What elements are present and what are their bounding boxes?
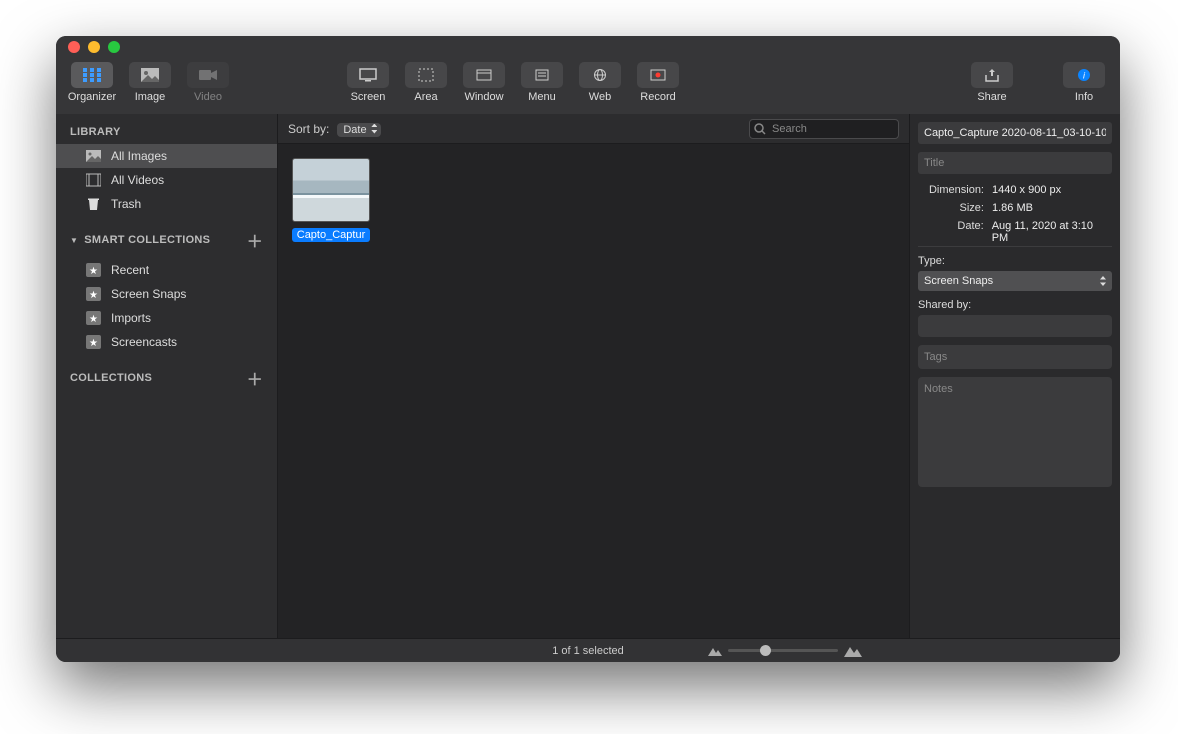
thumbnail-caption: Capto_Captur <box>292 228 371 242</box>
record-icon <box>649 68 667 82</box>
videos-icon <box>86 173 101 187</box>
content-area: Sort by: Date Capto_Captur <box>278 114 910 638</box>
screen-icon <box>359 68 377 82</box>
web-button[interactable]: Web <box>574 62 626 103</box>
video-tab[interactable]: Video <box>182 62 234 103</box>
add-smart-collection-button[interactable]: ＋ <box>247 228 263 252</box>
sort-label: Sort by: <box>288 122 329 136</box>
window-zoom-button[interactable] <box>108 41 120 53</box>
star-icon: ★ <box>86 263 101 277</box>
sidebar-item-screencasts[interactable]: ★ Screencasts <box>56 330 277 354</box>
images-icon <box>86 149 101 163</box>
dimension-value: 1440 x 900 px <box>992 184 1061 196</box>
titlebar <box>56 36 1120 58</box>
size-value: 1.86 MB <box>992 202 1033 214</box>
collections-header[interactable]: COLLECTIONS ＋ <box>56 354 277 396</box>
disclosure-icon: ▼ <box>70 236 78 245</box>
area-icon <box>417 68 435 82</box>
web-icon <box>591 68 609 82</box>
window-minimize-button[interactable] <box>88 41 100 53</box>
metadata-section: Dimension:1440 x 900 px Size:1.86 MB Dat… <box>918 182 1112 247</box>
thumbnail-image <box>292 158 370 222</box>
toolbar: Organizer Image Video Screen Area <box>56 58 1120 114</box>
sort-select[interactable]: Date <box>337 123 381 137</box>
image-tab[interactable]: Image <box>124 62 176 103</box>
info-button[interactable]: i Info <box>1058 62 1110 103</box>
window-icon <box>475 68 493 82</box>
shared-by-field[interactable] <box>918 315 1112 337</box>
grid-icon <box>83 68 101 82</box>
status-bar: 1 of 1 selected <box>56 638 1120 662</box>
sidebar: LIBRARY All Images All Videos Trash ▼ SM… <box>56 114 278 638</box>
share-icon <box>983 68 1001 82</box>
image-icon <box>141 68 159 82</box>
star-icon: ★ <box>86 311 101 325</box>
app-window: Organizer Image Video Screen Area <box>56 36 1120 662</box>
capture-group: Screen Area Window Menu Web Record <box>342 62 684 103</box>
share-button[interactable]: Share <box>966 62 1018 103</box>
sidebar-item-all-images[interactable]: All Images <box>56 144 277 168</box>
organizer-tab[interactable]: Organizer <box>66 62 118 103</box>
notes-field[interactable]: Notes <box>918 377 1112 487</box>
zoom-slider[interactable] <box>728 649 838 652</box>
video-icon <box>199 68 217 82</box>
svg-text:★: ★ <box>89 314 98 325</box>
add-collection-button[interactable]: ＋ <box>247 366 263 390</box>
star-icon: ★ <box>86 287 101 301</box>
image-label: Image <box>135 91 166 103</box>
screen-button[interactable]: Screen <box>342 62 394 103</box>
trash-icon <box>86 197 101 211</box>
type-select[interactable]: Screen Snaps <box>918 271 1112 291</box>
content-toolbar: Sort by: Date <box>278 114 909 144</box>
menu-icon <box>533 68 551 82</box>
date-value: Aug 11, 2020 at 3:10 PM <box>992 220 1112 244</box>
search-icon <box>754 123 766 135</box>
search-input[interactable] <box>749 119 899 139</box>
sidebar-item-screen-snaps[interactable]: ★ Screen Snaps <box>56 282 277 306</box>
sidebar-item-recent[interactable]: ★ Recent <box>56 258 277 282</box>
sidebar-item-imports[interactable]: ★ Imports <box>56 306 277 330</box>
svg-text:★: ★ <box>89 290 98 301</box>
area-button[interactable]: Area <box>400 62 452 103</box>
mode-group: Organizer Image Video <box>66 62 234 103</box>
zoom-control[interactable] <box>708 645 862 657</box>
title-field[interactable] <box>918 152 1112 174</box>
smart-collections-header[interactable]: ▼ SMART COLLECTIONS ＋ <box>56 216 277 258</box>
zoom-in-icon <box>844 645 862 657</box>
selection-status: 1 of 1 selected <box>552 645 624 657</box>
sidebar-item-all-videos[interactable]: All Videos <box>56 168 277 192</box>
filename-field[interactable] <box>918 122 1112 144</box>
inspector: Dimension:1440 x 900 px Size:1.86 MB Dat… <box>910 114 1120 638</box>
menu-button[interactable]: Menu <box>516 62 568 103</box>
library-header: LIBRARY <box>56 114 277 144</box>
window-button[interactable]: Window <box>458 62 510 103</box>
info-icon: i <box>1075 68 1093 82</box>
sidebar-item-trash[interactable]: Trash <box>56 192 277 216</box>
svg-text:★: ★ <box>89 338 98 349</box>
video-label: Video <box>194 91 222 103</box>
organizer-label: Organizer <box>68 91 116 103</box>
window-close-button[interactable] <box>68 41 80 53</box>
star-icon: ★ <box>86 335 101 349</box>
tags-field[interactable]: Tags <box>918 345 1112 369</box>
thumbnail-grid: Capto_Captur <box>278 144 909 638</box>
record-button[interactable]: Record <box>632 62 684 103</box>
svg-text:★: ★ <box>89 266 98 277</box>
thumbnail-item[interactable]: Capto_Captur <box>292 158 370 242</box>
zoom-out-icon <box>708 646 722 656</box>
